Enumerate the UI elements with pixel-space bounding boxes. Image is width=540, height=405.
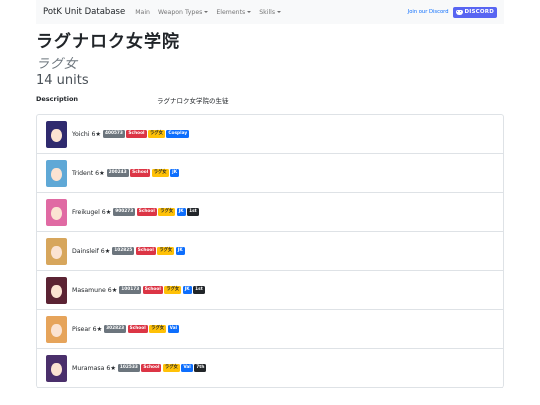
unit-row[interactable]: Dainsleif 6★ 102825 School ラグ女 JK xyxy=(37,232,503,271)
join-discord-link[interactable]: Join our Discord xyxy=(408,9,449,15)
page-subtitle: ラグ女 xyxy=(36,57,79,72)
unit-tag-badge[interactable]: Val xyxy=(167,325,180,333)
unit-tag-badge[interactable]: ラグ女 xyxy=(151,169,169,177)
unit-name-link[interactable]: Yoichi 6★ xyxy=(72,131,101,138)
unit-tag-badge[interactable]: School xyxy=(142,286,163,294)
page-title: ラグナロク女学院 xyxy=(36,32,180,52)
unit-row[interactable]: Pisear 6★ 302823 School ラグ女 Val xyxy=(37,310,503,349)
unit-id-badge: 900273 xyxy=(113,208,136,216)
avatar-face xyxy=(51,284,62,298)
unit-name-link[interactable]: Trident 6★ xyxy=(72,170,105,177)
unit-id-badge: 400573 xyxy=(102,130,125,138)
unit-name-link[interactable]: Masamune 6★ xyxy=(72,287,117,294)
nav-skills-label: Skills xyxy=(259,8,276,16)
unit-count: 14 units xyxy=(36,73,89,88)
nav-main-label: Main xyxy=(135,8,150,16)
unit-avatar[interactable] xyxy=(46,315,67,343)
unit-name-link[interactable]: Dainsleif 6★ xyxy=(72,248,110,255)
nav-main[interactable]: Main xyxy=(135,9,150,16)
unit-id-badge: 200243 xyxy=(106,169,129,177)
unit-row[interactable]: Masamune 6★ 100173 School ラグ女 JK 1st xyxy=(37,271,503,310)
navbar: PotK Unit Database Main Weapon Types Ele… xyxy=(36,0,504,24)
nav-elements-label: Elements xyxy=(216,8,246,16)
unit-tag-badge[interactable]: 1st xyxy=(187,208,199,216)
avatar-face xyxy=(51,245,62,259)
discord-icon xyxy=(455,9,463,15)
unit-tag-badge[interactable]: School xyxy=(126,130,147,138)
unit-tag-badge[interactable]: 1st xyxy=(193,286,205,294)
chevron-down-icon xyxy=(247,11,252,13)
discord-button[interactable]: DISCORD xyxy=(452,6,497,18)
unit-row[interactable]: Muramasa 6★ 102533 School ラグ女 Val 7th xyxy=(37,349,503,388)
nav-skills-dropdown[interactable]: Skills xyxy=(259,8,282,16)
unit-avatar[interactable] xyxy=(46,276,67,304)
unit-id-badge: 100173 xyxy=(119,286,142,294)
unit-row[interactable]: Freikugel 6★ 900273 School ラグ女 JK 1st xyxy=(37,193,503,232)
chevron-down-icon xyxy=(204,11,209,13)
nav-elements-dropdown[interactable]: Elements xyxy=(216,8,252,16)
discord-label: DISCORD xyxy=(464,9,494,15)
unit-tag-badge[interactable]: Cosplay xyxy=(166,130,190,138)
avatar-face xyxy=(51,362,62,376)
unit-row[interactable]: Yoichi 6★ 400573 School ラグ女 Cosplay xyxy=(37,115,503,154)
unit-name-link[interactable]: Pisear 6★ xyxy=(72,326,102,333)
unit-id-badge: 302823 xyxy=(104,325,127,333)
description-value: ラグナロク女学院の生徒 xyxy=(157,97,229,105)
unit-avatar[interactable] xyxy=(46,198,67,226)
unit-tag-badge[interactable]: 7th xyxy=(194,364,207,372)
unit-tag-badge[interactable]: School xyxy=(141,364,162,372)
avatar-face xyxy=(51,206,62,220)
unit-tag-badge[interactable]: JK xyxy=(175,247,185,255)
unit-tag-badge[interactable]: Val xyxy=(181,364,193,372)
unit-tag-badge[interactable]: School xyxy=(135,247,156,255)
unit-tag-badge[interactable]: JK xyxy=(170,169,180,177)
unit-name-link[interactable]: Freikugel 6★ xyxy=(72,209,111,216)
unit-id-badge: 102825 xyxy=(112,247,135,255)
unit-tag-badge[interactable]: JK xyxy=(182,286,192,294)
nav-weapon-types-label: Weapon Types xyxy=(157,8,203,16)
avatar-face xyxy=(51,323,62,337)
unit-tag-badge[interactable]: ラグ女 xyxy=(148,130,165,138)
unit-tag-badge[interactable]: School xyxy=(127,325,148,333)
chevron-down-icon xyxy=(277,11,282,13)
unit-list: Yoichi 6★ 400573 School ラグ女 Cosplay Trident 6… xyxy=(36,114,504,388)
unit-tag-badge[interactable]: ラグ女 xyxy=(162,364,180,372)
unit-avatar[interactable] xyxy=(46,237,67,265)
unit-tag-badge[interactable]: ラグ女 xyxy=(149,325,167,333)
unit-avatar[interactable] xyxy=(46,159,67,187)
nav-weapon-types-dropdown[interactable]: Weapon Types xyxy=(157,8,209,16)
unit-tag-badge[interactable]: School xyxy=(136,208,157,216)
unit-tag-badge[interactable]: JK xyxy=(176,208,186,216)
unit-name-link[interactable]: Muramasa 6★ xyxy=(72,365,116,372)
description-label: Description xyxy=(36,95,79,103)
unit-avatar[interactable] xyxy=(46,120,67,148)
unit-tag-badge[interactable]: School xyxy=(130,169,151,177)
unit-avatar[interactable] xyxy=(46,354,67,382)
unit-tag-badge[interactable]: ラグ女 xyxy=(158,208,176,216)
avatar-face xyxy=(51,128,62,142)
unit-tag-badge[interactable]: ラグ女 xyxy=(164,286,182,294)
unit-id-badge: 102533 xyxy=(117,364,140,372)
brand-link[interactable]: PotK Unit Database xyxy=(43,7,125,17)
unit-tag-badge[interactable]: ラグ女 xyxy=(157,247,175,255)
unit-row[interactable]: Trident 6★ 200243 School ラグ女 JK xyxy=(37,154,503,193)
avatar-face xyxy=(51,167,62,181)
